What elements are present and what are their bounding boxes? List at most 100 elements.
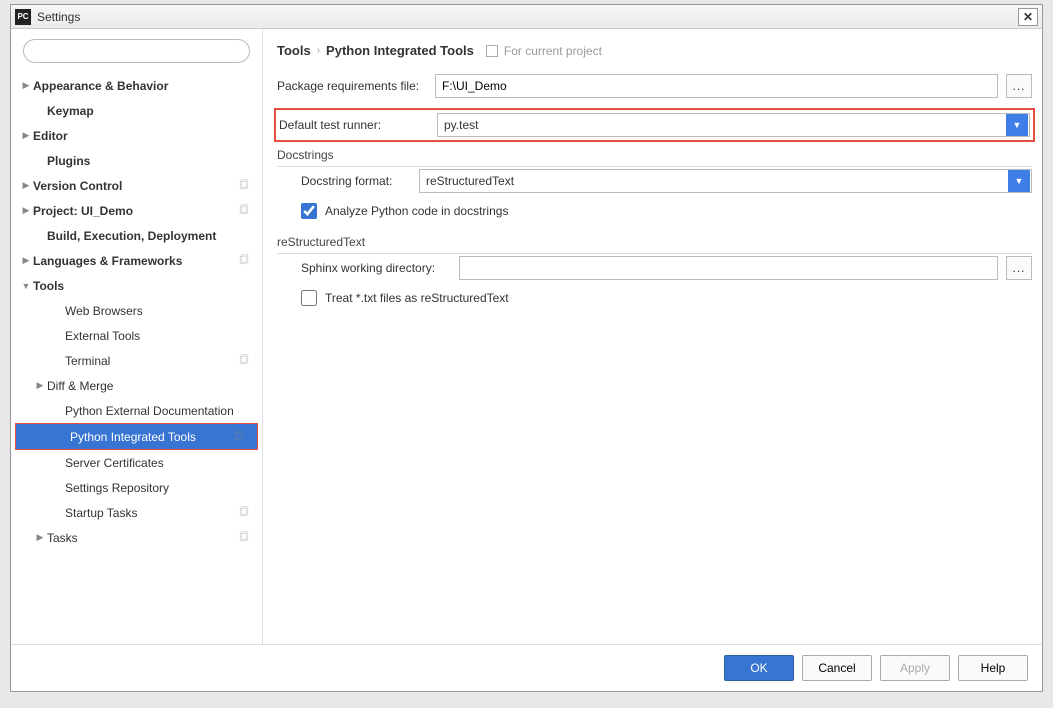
search-wrap	[11, 29, 262, 69]
tree-item-python-integrated-tools[interactable]: Python Integrated Tools	[16, 424, 257, 449]
tree-item-server-certificates[interactable]: Server Certificates	[11, 450, 262, 475]
tree-item-project-ui-demo[interactable]: Project: UI_Demo	[11, 198, 262, 223]
tree-item-label: Appearance & Behavior	[33, 79, 262, 93]
tree-item-languages-frameworks[interactable]: Languages & Frameworks	[11, 248, 262, 273]
tree-item-label: Build, Execution, Deployment	[47, 229, 262, 243]
project-scope-icon	[238, 204, 252, 218]
label-analyze-python: Analyze Python code in docstrings	[325, 204, 508, 218]
tree-item-appearance-behavior[interactable]: Appearance & Behavior	[11, 73, 262, 98]
package-requirements-input[interactable]	[435, 74, 998, 98]
tree-item-label: Keymap	[47, 104, 262, 118]
section-docstrings: Docstrings	[277, 148, 1032, 167]
project-scope-icon	[233, 430, 247, 444]
tree-item-label: Python Integrated Tools	[70, 430, 233, 444]
tree-item-label: Diff & Merge	[47, 379, 262, 393]
close-icon: ✕	[1023, 10, 1033, 24]
tree-item-plugins[interactable]: Plugins	[11, 148, 262, 173]
tree-item-label: Server Certificates	[65, 456, 262, 470]
chevron-right-icon: ›	[317, 45, 320, 56]
chevron-right-icon[interactable]	[19, 80, 33, 91]
project-scope-icon	[238, 179, 252, 193]
titlebar: PC Settings ✕	[11, 5, 1042, 29]
chevron-right-icon[interactable]	[19, 255, 33, 266]
label-package-requirements: Package requirements file:	[277, 79, 427, 93]
tree-item-label: Web Browsers	[65, 304, 262, 318]
tree-item-external-tools[interactable]: External Tools	[11, 323, 262, 348]
label-test-runner: Default test runner:	[279, 118, 429, 132]
label-sphinx-dir: Sphinx working directory:	[301, 261, 451, 275]
section-restructuredtext: reStructuredText	[277, 235, 1032, 254]
cancel-button[interactable]: Cancel	[802, 655, 872, 681]
chevron-right-icon[interactable]	[19, 180, 33, 191]
help-button[interactable]: Help	[958, 655, 1028, 681]
label-docstring-format: Docstring format:	[301, 174, 411, 188]
highlight-selected-tree-item: Python Integrated Tools	[15, 423, 258, 450]
tree-item-label: Startup Tasks	[65, 506, 238, 520]
row-docstring-format: Docstring format: reStructuredText ▼	[301, 169, 1032, 193]
docstrings-group: Docstring format: reStructuredText ▼ Ana…	[277, 169, 1032, 229]
row-test-runner: Default test runner: py.test ▼	[279, 113, 1030, 137]
breadcrumb-scope: For current project	[504, 44, 602, 58]
tree-item-diff-merge[interactable]: Diff & Merge	[11, 373, 262, 398]
tree-item-terminal[interactable]: Terminal	[11, 348, 262, 373]
tree-item-label: Version Control	[33, 179, 238, 193]
tree-item-label: Project: UI_Demo	[33, 204, 238, 218]
browse-sphinx-button[interactable]: ...	[1006, 256, 1032, 280]
close-button[interactable]: ✕	[1018, 8, 1038, 26]
tree-item-settings-repository[interactable]: Settings Repository	[11, 475, 262, 500]
highlight-test-runner: Default test runner: py.test ▼	[274, 108, 1035, 142]
tree-item-python-external-documentation[interactable]: Python External Documentation	[11, 398, 262, 423]
test-runner-value: py.test	[444, 118, 1006, 132]
main-panel: Tools › Python Integrated Tools For curr…	[263, 29, 1042, 644]
sphinx-dir-input[interactable]	[459, 256, 998, 280]
row-analyze-python: Analyze Python code in docstrings	[301, 203, 1032, 219]
project-scope-icon	[238, 354, 252, 368]
app-icon: PC	[15, 9, 31, 25]
settings-window: PC Settings ✕ Appearance & Behavior Keyma…	[10, 4, 1043, 692]
tree-item-build-execution-deployment[interactable]: Build, Execution, Deployment	[11, 223, 262, 248]
project-scope-icon	[238, 506, 252, 520]
row-treat-txt: Treat *.txt files as reStructuredText	[301, 290, 1032, 306]
tree-item-label: External Tools	[65, 329, 262, 343]
docstring-format-value: reStructuredText	[426, 174, 1008, 188]
chevron-down-icon[interactable]	[19, 281, 33, 291]
analyze-python-checkbox[interactable]	[301, 203, 317, 219]
settings-tree[interactable]: Appearance & Behavior Keymap Editor Plugins…	[11, 69, 262, 644]
tree-item-label: Settings Repository	[65, 481, 262, 495]
body: Appearance & Behavior Keymap Editor Plugins…	[11, 29, 1042, 644]
chevron-right-icon[interactable]	[19, 205, 33, 216]
tree-item-label: Editor	[33, 129, 262, 143]
tree-item-tasks[interactable]: Tasks	[11, 525, 262, 550]
treat-txt-checkbox[interactable]	[301, 290, 317, 306]
tree-item-label: Terminal	[65, 354, 238, 368]
apply-button[interactable]: Apply	[880, 655, 950, 681]
tree-item-label: Plugins	[47, 154, 262, 168]
window-title: Settings	[37, 10, 1018, 24]
tree-item-label: Languages & Frameworks	[33, 254, 238, 268]
chevron-right-icon[interactable]	[19, 130, 33, 141]
chevron-down-icon: ▼	[1008, 170, 1030, 192]
footer: OK Cancel Apply Help	[11, 644, 1042, 691]
tree-item-version-control[interactable]: Version Control	[11, 173, 262, 198]
tree-item-web-browsers[interactable]: Web Browsers	[11, 298, 262, 323]
search-input[interactable]	[23, 39, 250, 63]
ok-button[interactable]: OK	[724, 655, 794, 681]
breadcrumb-parent[interactable]: Tools	[277, 43, 311, 58]
chevron-right-icon[interactable]	[33, 532, 47, 543]
tree-item-tools[interactable]: Tools	[11, 273, 262, 298]
test-runner-combo[interactable]: py.test ▼	[437, 113, 1030, 137]
tree-item-keymap[interactable]: Keymap	[11, 98, 262, 123]
tree-item-label: Tasks	[47, 531, 238, 545]
chevron-right-icon[interactable]	[33, 380, 47, 391]
browse-package-requirements-button[interactable]: ...	[1006, 74, 1032, 98]
row-sphinx-dir: Sphinx working directory: ...	[301, 256, 1032, 280]
breadcrumb: Tools › Python Integrated Tools For curr…	[277, 43, 1032, 58]
breadcrumb-current: Python Integrated Tools	[326, 43, 474, 58]
rst-group: Sphinx working directory: ... Treat *.tx…	[277, 256, 1032, 316]
project-scope-icon	[238, 531, 252, 545]
tree-item-label: Python External Documentation	[65, 404, 262, 418]
docstring-format-combo[interactable]: reStructuredText ▼	[419, 169, 1032, 193]
chevron-down-icon: ▼	[1006, 114, 1028, 136]
tree-item-editor[interactable]: Editor	[11, 123, 262, 148]
tree-item-startup-tasks[interactable]: Startup Tasks	[11, 500, 262, 525]
